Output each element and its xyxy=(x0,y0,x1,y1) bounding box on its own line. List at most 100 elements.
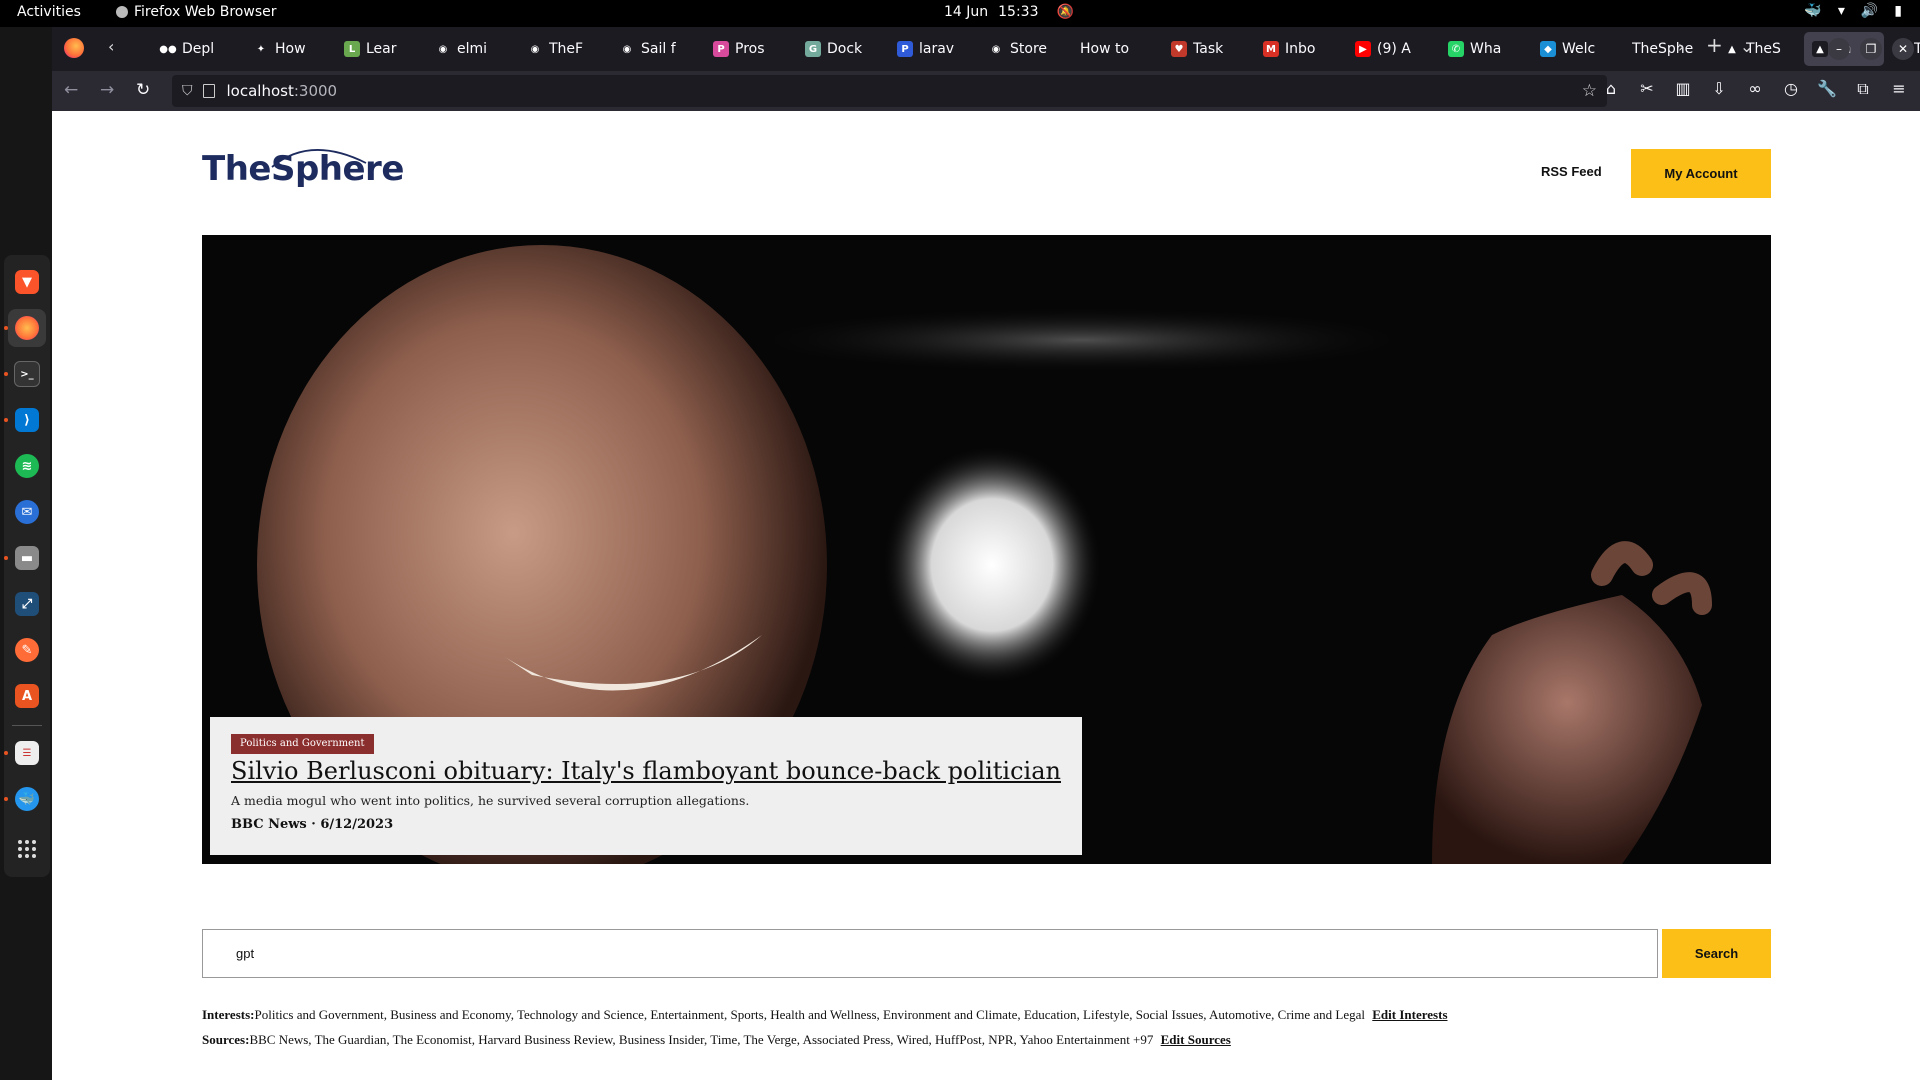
dock-text-editor[interactable]: ☰ xyxy=(4,734,46,772)
browser-tab[interactable]: M Inbo xyxy=(1255,32,1347,66)
private-mask-icon[interactable]: ∞ xyxy=(1743,79,1767,99)
browser-tab[interactable]: ◉ elmi xyxy=(427,32,519,66)
bookmark-star-icon[interactable]: ☆ xyxy=(1582,81,1597,101)
dock-brave[interactable]: ▼ xyxy=(8,263,46,301)
rss-feed-link[interactable]: RSS Feed xyxy=(1541,164,1602,179)
screenshot-icon[interactable]: ✂ xyxy=(1635,79,1659,99)
battery-icon: ▮ xyxy=(1894,3,1902,19)
dock-terminal[interactable]: >_ xyxy=(4,355,46,393)
browser-tab[interactable]: ◆ Welc xyxy=(1532,32,1624,66)
edit-interests-link[interactable]: Edit Interests xyxy=(1372,1007,1447,1022)
browser-tab[interactable]: ▶ (9) A xyxy=(1347,32,1440,66)
show-apps-icon xyxy=(18,840,36,858)
brave-icon: ▼ xyxy=(15,270,39,294)
dock-thunderbird[interactable]: ✉ xyxy=(8,493,46,531)
new-tab-icon[interactable]: + xyxy=(1706,33,1723,57)
article-card[interactable]: Politics and Government Silvio Berluscon… xyxy=(210,717,1082,855)
tab-label: (9) A xyxy=(1377,41,1411,57)
browser-tab[interactable]: Plarav xyxy=(889,32,980,66)
system-tray[interactable]: 🐳 ▾ 🔊 ▮ xyxy=(1804,3,1902,19)
interests-label: Interests: xyxy=(202,1007,255,1022)
back-icon[interactable]: ← xyxy=(64,80,78,100)
forward-icon[interactable]: → xyxy=(100,80,114,100)
browser-tab[interactable]: ◉ TheF xyxy=(519,32,611,66)
browser-tab[interactable]: ♥ Task xyxy=(1163,32,1255,66)
browser-tab[interactable]: ●● Depl xyxy=(152,32,245,66)
pocket-icon[interactable]: ⇩ xyxy=(1707,79,1731,99)
tab-favicon-icon: ◉ xyxy=(619,41,635,57)
nav-bar: ← → ↻ ⛉ localhost:3000 ☆ ⌂ ✂ ▥ ⇩ ∞ ◷ 🔧 ⧉… xyxy=(52,71,1920,111)
site-logo[interactable]: TheSphere xyxy=(202,149,404,189)
minimize-icon[interactable]: – xyxy=(1828,38,1850,60)
tab-label: Inbo xyxy=(1285,41,1316,57)
dock-mysql-workbench[interactable]: ⤢ xyxy=(8,585,46,623)
dock-spotify[interactable]: ≋ xyxy=(8,447,46,485)
tab-favicon-icon: ✦ xyxy=(253,41,269,57)
browser-tab[interactable]: ✦ How xyxy=(245,32,336,66)
close-window-icon[interactable]: ✕ xyxy=(1892,38,1914,60)
browser-tab[interactable]: ◉ Store xyxy=(980,32,1072,66)
dock-app-center[interactable]: A xyxy=(8,677,46,715)
my-account-button[interactable]: My Account xyxy=(1631,149,1771,198)
home-icon[interactable]: ⌂ xyxy=(1599,79,1623,99)
tab-label: Pros xyxy=(735,41,765,57)
tab-favicon-icon: ◆ xyxy=(1540,41,1556,57)
restore-icon[interactable]: ❐ xyxy=(1860,38,1882,60)
dock-vscode[interactable]: ⟩ xyxy=(4,401,46,439)
web-page: TheSphere RSS Feed My Account Politics a… xyxy=(52,111,1920,1080)
search-input[interactable] xyxy=(202,929,1658,978)
sidebar-icon[interactable]: ▥ xyxy=(1671,79,1695,99)
dock-docker[interactable]: 🐳 xyxy=(4,780,46,818)
address-bar[interactable]: ⛉ localhost:3000 ☆ xyxy=(172,75,1607,107)
tab-favicon-icon: ✆ xyxy=(1448,41,1464,57)
search-button[interactable]: Search xyxy=(1662,929,1771,978)
tabs-scroll-left-icon[interactable]: ‹ xyxy=(108,37,114,56)
article-title[interactable]: Silvio Berlusconi obituary: Italy's flam… xyxy=(231,757,1061,785)
browser-tab[interactable]: G Dock xyxy=(797,32,889,66)
edit-sources-link[interactable]: Edit Sources xyxy=(1161,1032,1231,1047)
clock[interactable]: 14 Jun 15:33 🔕 xyxy=(944,4,1074,20)
browser-tab[interactable]: How to xyxy=(1072,32,1163,66)
activities-button[interactable]: Activities xyxy=(17,4,81,20)
dock-postman[interactable]: ✎ xyxy=(8,631,46,669)
browser-tab[interactable]: ◉ Sail f xyxy=(611,32,705,66)
dock-files[interactable]: ▬ xyxy=(4,539,46,577)
reload-icon[interactable]: ↻ xyxy=(136,80,150,100)
page-info-icon[interactable] xyxy=(202,84,215,98)
interests-line: Interests:Politics and Government, Busin… xyxy=(202,1007,1448,1023)
tab-label: Dock xyxy=(827,41,863,57)
browser-tab[interactable]: L Lear xyxy=(336,32,427,66)
browser-tab[interactable]: TheSphe xyxy=(1624,32,1716,66)
menu-icon[interactable]: ≡ xyxy=(1887,79,1911,99)
system-top-bar: Activities Firefox Web Browser 14 Jun 15… xyxy=(0,0,1920,27)
tab-label: Task xyxy=(1193,41,1224,57)
firefox-view-icon[interactable] xyxy=(64,38,84,58)
terminal-icon: >_ xyxy=(14,361,40,387)
postman-icon: ✎ xyxy=(15,638,39,662)
extensions-icon[interactable]: ⧉ xyxy=(1851,79,1875,99)
tab-label: How xyxy=(275,41,306,57)
app-center-icon: A xyxy=(15,684,39,708)
browser-tab[interactable]: ✆ Wha xyxy=(1440,32,1532,66)
app-menu[interactable]: Firefox Web Browser xyxy=(116,4,277,20)
dock-firefox[interactable] xyxy=(4,309,46,347)
tab-label: elmi xyxy=(457,41,488,57)
browser-tab[interactable]: ▲TheS xyxy=(1716,32,1804,66)
featured-article[interactable]: Politics and Government Silvio Berluscon… xyxy=(202,235,1771,864)
wifi-icon: ▾ xyxy=(1837,3,1845,19)
dock-show-apps[interactable] xyxy=(8,830,46,868)
tab-favicon-icon: ♥ xyxy=(1171,41,1187,57)
category-badge[interactable]: Politics and Government xyxy=(231,734,374,754)
tab-favicon-icon: ▲ xyxy=(1724,41,1740,57)
url-text[interactable]: localhost:3000 xyxy=(227,82,338,100)
clock-date: 14 Jun xyxy=(944,4,989,20)
tab-favicon-icon: ▶ xyxy=(1355,41,1371,57)
browser-tab[interactable]: P Pros xyxy=(705,32,797,66)
tab-favicon-icon: ◉ xyxy=(527,41,543,57)
dev-tools-icon[interactable]: 🔧 xyxy=(1815,79,1839,99)
tabs-scroll-right-icon[interactable]: › xyxy=(1678,37,1684,56)
tracking-protection-icon[interactable]: ⛉ xyxy=(182,83,193,99)
firefox-icon xyxy=(116,6,128,18)
list-all-tabs-icon[interactable]: ⌄ xyxy=(1740,37,1753,56)
history-icon[interactable]: ◷ xyxy=(1779,79,1803,99)
